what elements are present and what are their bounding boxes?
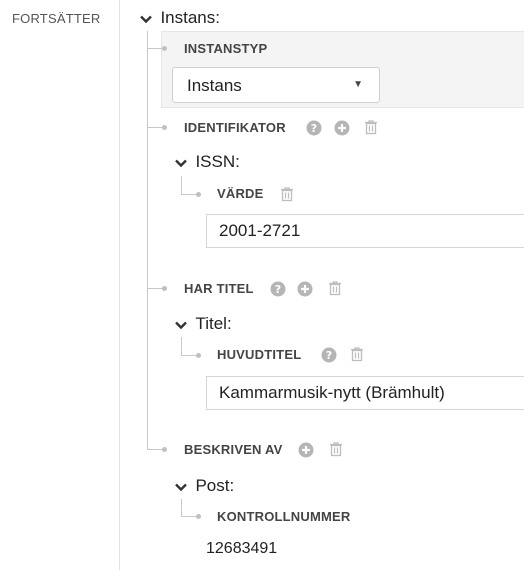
entity-heading: ISSN: [195,152,240,171]
beskriven-av-label: BESKRIVEN AV [184,442,283,457]
tree-line [181,499,182,516]
instanstyp-select[interactable]: Instans ▼ [172,67,380,103]
trash-icon[interactable] [279,186,295,202]
tree-line-main [147,31,148,449]
har-titel-label: HAR TITEL [184,281,254,296]
tree-dot [162,286,167,291]
chevron-down-icon [139,12,153,26]
entity-toggle-post[interactable]: Post: [174,476,234,496]
entity-heading: Instans: [160,8,220,27]
entity-toggle-titel[interactable]: Titel: [174,314,232,334]
property-label-fortsatter: FORTSÄTTER [12,11,101,26]
entity-toggle-instans[interactable]: Instans: [139,8,220,28]
tree-connector [181,516,197,517]
help-icon[interactable]: ? [270,281,286,297]
tree-line [181,337,182,355]
tree-dot [162,447,167,452]
tree-connector [147,48,163,49]
tree-line [181,176,182,194]
tree-dot [162,46,167,51]
add-icon[interactable] [297,281,313,297]
instanstyp-label: INSTANSTYP [184,41,268,56]
entity-toggle-issn[interactable]: ISSN: [174,152,240,172]
help-icon[interactable]: ? [321,347,337,363]
instanstyp-selected-value: Instans [187,76,242,95]
trash-icon[interactable] [327,280,343,296]
varde-input[interactable]: 2001-2721 [206,214,524,248]
trash-icon[interactable] [328,441,344,457]
entity-heading: Post: [195,476,235,495]
trash-icon[interactable] [363,119,379,135]
tree-connector [181,355,197,356]
tree-connector [147,288,163,289]
tree-dot [196,353,201,358]
tree-dot [196,192,201,197]
tree-dot [162,125,167,130]
column-divider [119,0,120,570]
svg-text:?: ? [326,349,332,362]
help-icon[interactable]: ? [306,120,322,136]
svg-text:?: ? [311,122,317,135]
add-icon[interactable] [334,120,350,136]
kontrollnummer-label: KONTROLLNUMMER [217,509,351,524]
huvudtitel-label: HUVUDTITEL [217,347,302,362]
entity-heading: Titel: [195,314,232,333]
tree-connector [147,127,163,128]
tree-dot [196,514,201,519]
svg-text:?: ? [275,283,281,296]
trash-icon[interactable] [349,346,365,362]
huvudtitel-input[interactable]: Kammarmusik-nytt (Brämhult) [206,376,524,410]
chevron-down-icon [174,480,188,494]
varde-label: VÄRDE [217,186,264,201]
caret-down-icon: ▼ [353,79,363,90]
add-icon[interactable] [298,442,314,458]
identifikator-label: IDENTIFIKATOR [184,120,286,135]
chevron-down-icon [174,156,188,170]
tree-connector [147,449,163,450]
tree-connector [181,194,197,195]
kontrollnummer-value: 12683491 [206,540,278,557]
chevron-down-icon [174,318,188,332]
